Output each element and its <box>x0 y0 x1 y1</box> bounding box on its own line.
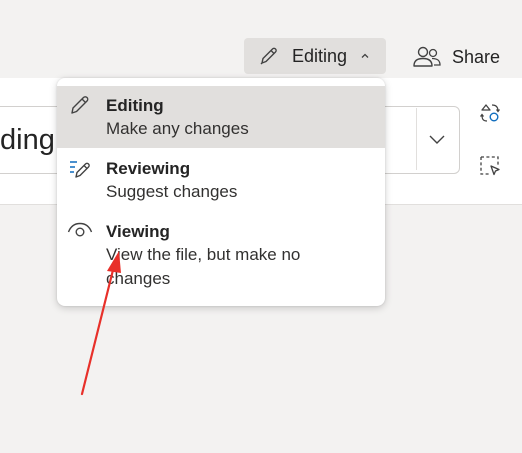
select-cursor-icon <box>478 154 502 178</box>
select-button[interactable] <box>477 153 503 179</box>
menu-item-description: View the file, but make no changes <box>106 245 301 288</box>
people-icon <box>412 45 442 69</box>
styles-gallery-text: ding <box>0 124 55 156</box>
menu-item-editing[interactable]: Editing Make any changes <box>57 86 385 148</box>
menu-item-title: Reviewing <box>106 159 191 178</box>
editing-mode-button[interactable]: Editing <box>244 38 386 74</box>
pencil-icon <box>67 92 93 118</box>
share-button[interactable]: Share <box>412 40 500 74</box>
review-pencil-icon <box>67 156 93 182</box>
chevron-down-icon <box>428 133 446 145</box>
chevron-up-icon <box>359 50 371 62</box>
mode-button-label: Editing <box>292 45 348 66</box>
mode-dropdown-menu: Editing Make any changes Reviewing Sugge… <box>57 78 385 306</box>
change-styles-icon <box>478 101 502 125</box>
change-styles-button[interactable] <box>477 100 503 126</box>
menu-item-description: Suggest changes <box>106 182 238 201</box>
menu-item-title: Viewing <box>106 222 170 241</box>
share-label: Share <box>452 46 501 67</box>
menu-item-description: Make any changes <box>106 119 249 138</box>
pencil-icon <box>258 45 280 67</box>
menu-item-reviewing[interactable]: Reviewing Suggest changes <box>57 150 385 212</box>
menu-item-viewing[interactable]: Viewing View the file, but make no chang… <box>57 214 385 300</box>
styles-expand-button[interactable] <box>416 108 457 170</box>
menu-item-title: Editing <box>106 96 164 115</box>
eye-icon <box>67 218 93 244</box>
